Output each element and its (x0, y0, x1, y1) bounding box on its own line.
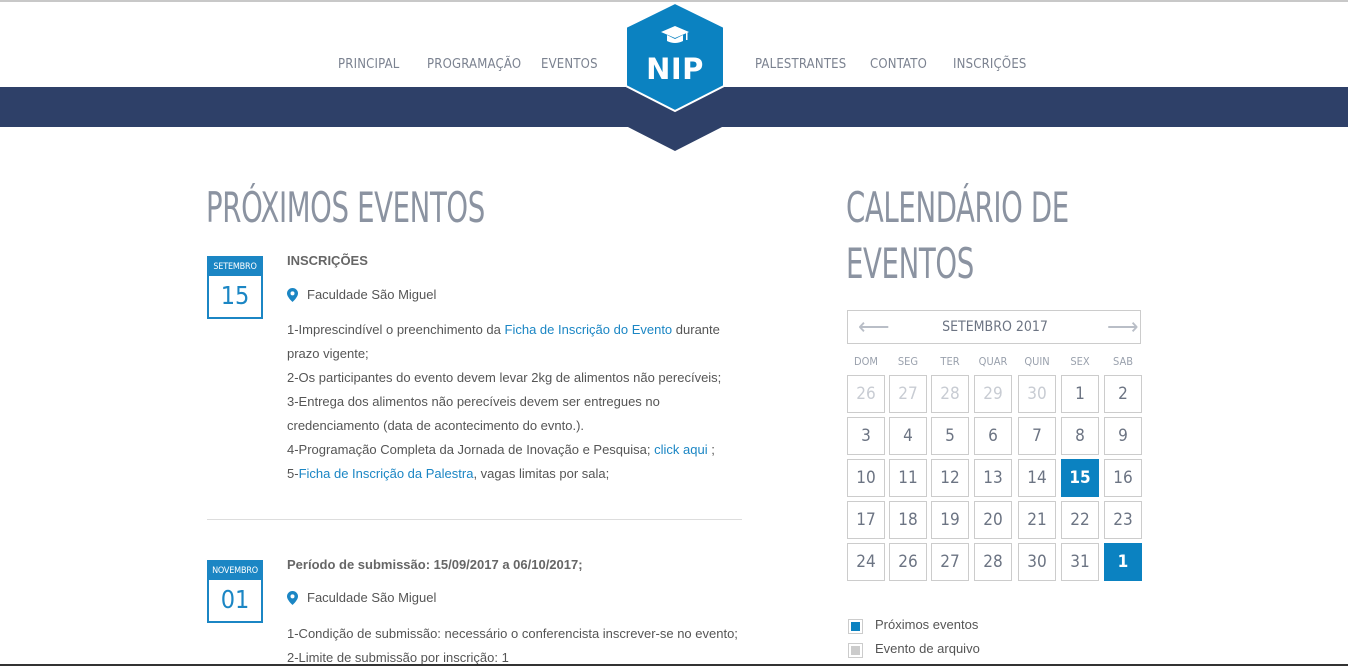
calendar-day[interactable]: 20 (974, 501, 1012, 539)
event-day: 01 (220, 585, 250, 614)
weekday-label: QUAR (978, 355, 1008, 368)
location-text: Faculdade São Miguel (307, 590, 437, 605)
calendar-day[interactable]: 18 (889, 501, 927, 539)
weekday-label: SEG (897, 355, 919, 368)
event-date-badge: SETEMBRO 15 (207, 256, 263, 319)
weekday-label: SAB (1112, 355, 1134, 368)
nav-palestrantes[interactable]: PALESTRANTES (755, 57, 846, 72)
lecture-form-link[interactable]: Ficha de Inscrição da Palestra (299, 466, 474, 481)
weekday-label: TER (940, 355, 960, 368)
calendar-header: ⟵ SETEMBRO 2017 ⟶ (847, 310, 1141, 344)
nav-contato[interactable]: CONTATO (870, 57, 927, 72)
weekday-label: DOM (854, 355, 878, 368)
calendar-day[interactable]: 12 (931, 459, 969, 497)
desc-line-2: 2-Limite de submissão por inscrição: 1 (287, 650, 509, 665)
calendar-day[interactable]: 6 (974, 417, 1012, 455)
legend-archive: Evento de arquivo (848, 641, 1048, 659)
map-pin-icon (287, 591, 298, 605)
calendar-day[interactable]: 4 (889, 417, 927, 455)
desc-line-2: 2-Os participantes do evento devem levar… (287, 370, 722, 385)
calendar-day[interactable]: 30 (1018, 375, 1056, 413)
calendar-month-label: SETEMBRO 2017 (942, 319, 1048, 335)
calendar-day[interactable]: 16 (1104, 459, 1142, 497)
event-description: 1-Imprescindível o preenchimento da Fich… (287, 318, 747, 486)
calendar-day-event[interactable]: 1 (1104, 543, 1142, 581)
calendar-day[interactable]: 19 (931, 501, 969, 539)
calendar-day[interactable]: 9 (1104, 417, 1142, 455)
calendar-day[interactable]: 11 (889, 459, 927, 497)
calendar-day[interactable]: 29 (974, 375, 1012, 413)
legend-upcoming: Próximos eventos (848, 617, 1048, 635)
legend-label: Evento de arquivo (875, 641, 980, 656)
nav-eventos[interactable]: EVENTOS (541, 57, 598, 72)
calendar-day[interactable]: 31 (1061, 543, 1099, 581)
calendar-day[interactable]: 22 (1061, 501, 1099, 539)
event-form-link[interactable]: Ficha de Inscrição do Evento (505, 322, 673, 337)
nav-programacao[interactable]: PROGRAMAÇÃO (427, 57, 521, 72)
desc-line-1: 1-Imprescindível o preenchimento da Fich… (287, 322, 720, 361)
calendar-heading: CALENDÁRIO DE EVENTOS (846, 183, 1069, 288)
weekday-label: SEX (1070, 355, 1090, 368)
calendar-day[interactable]: 17 (847, 501, 885, 539)
calendar-day[interactable]: 1 (1061, 375, 1099, 413)
calendar-day-event[interactable]: 15 (1061, 459, 1099, 497)
calendar-day[interactable]: 2 (1104, 375, 1142, 413)
calendar-day[interactable]: 5 (931, 417, 969, 455)
calendar-day[interactable]: 26 (889, 543, 927, 581)
event-title[interactable]: INSCRIÇÕES (287, 253, 368, 268)
calendar-day[interactable]: 24 (847, 543, 885, 581)
calendar-day[interactable]: 3 (847, 417, 885, 455)
calendar-day[interactable]: 8 (1061, 417, 1099, 455)
calendar-day[interactable]: 21 (1018, 501, 1056, 539)
calendar-day[interactable]: 10 (847, 459, 885, 497)
calendar-day[interactable]: 7 (1018, 417, 1056, 455)
legend-swatch (848, 643, 863, 658)
calendar-day[interactable]: 23 (1104, 501, 1142, 539)
calendar-day[interactable]: 28 (974, 543, 1012, 581)
graduation-cap-icon (661, 26, 689, 43)
program-link[interactable]: click aqui (654, 442, 707, 457)
calendar-day[interactable]: 28 (931, 375, 969, 413)
event-day: 15 (220, 281, 250, 310)
legend-label: Próximos eventos (875, 617, 979, 632)
events-heading: PRÓXIMOS EVENTOS (206, 183, 485, 232)
desc-line-4: 4-Programação Completa da Jornada de Ino… (287, 442, 715, 457)
event-date-badge: NOVEMBRO 01 (207, 560, 263, 623)
event-month: SETEMBRO (209, 258, 261, 276)
event-description: 1-Condição de submissão: necessário o co… (287, 622, 747, 670)
desc-line-3: 3-Entrega dos alimentos não perecíveis d… (287, 394, 660, 433)
nav-principal[interactable]: PRINCIPAL (338, 57, 400, 72)
calendar-day[interactable]: 30 (1018, 543, 1056, 581)
calendar-day[interactable]: 27 (931, 543, 969, 581)
event-month: NOVEMBRO (209, 562, 261, 580)
calendar-day[interactable]: 14 (1018, 459, 1056, 497)
calendar-day[interactable]: 26 (847, 375, 885, 413)
calendar-day[interactable]: 13 (974, 459, 1012, 497)
legend-swatch (848, 619, 863, 634)
event-location: Faculdade São Miguel (287, 590, 487, 608)
weekday-label: QUIN (1024, 355, 1050, 368)
event-separator (207, 519, 742, 520)
location-text: Faculdade São Miguel (307, 287, 437, 302)
next-month-arrow-icon[interactable]: ⟶ (1107, 315, 1139, 339)
event-title[interactable]: Período de submissão: 15/09/2017 a 06/10… (287, 557, 583, 572)
desc-line-5: 5-Ficha de Inscrição da Palestra, vagas … (287, 466, 610, 481)
nav-inscricoes[interactable]: INSCRIÇÕES (953, 57, 1027, 72)
map-pin-icon (287, 288, 298, 302)
calendar-day[interactable]: 27 (889, 375, 927, 413)
logo-text: NIP (646, 52, 704, 86)
event-location: Faculdade São Miguel (287, 287, 487, 305)
desc-line-1: 1-Condição de submissão: necessário o co… (287, 626, 738, 641)
